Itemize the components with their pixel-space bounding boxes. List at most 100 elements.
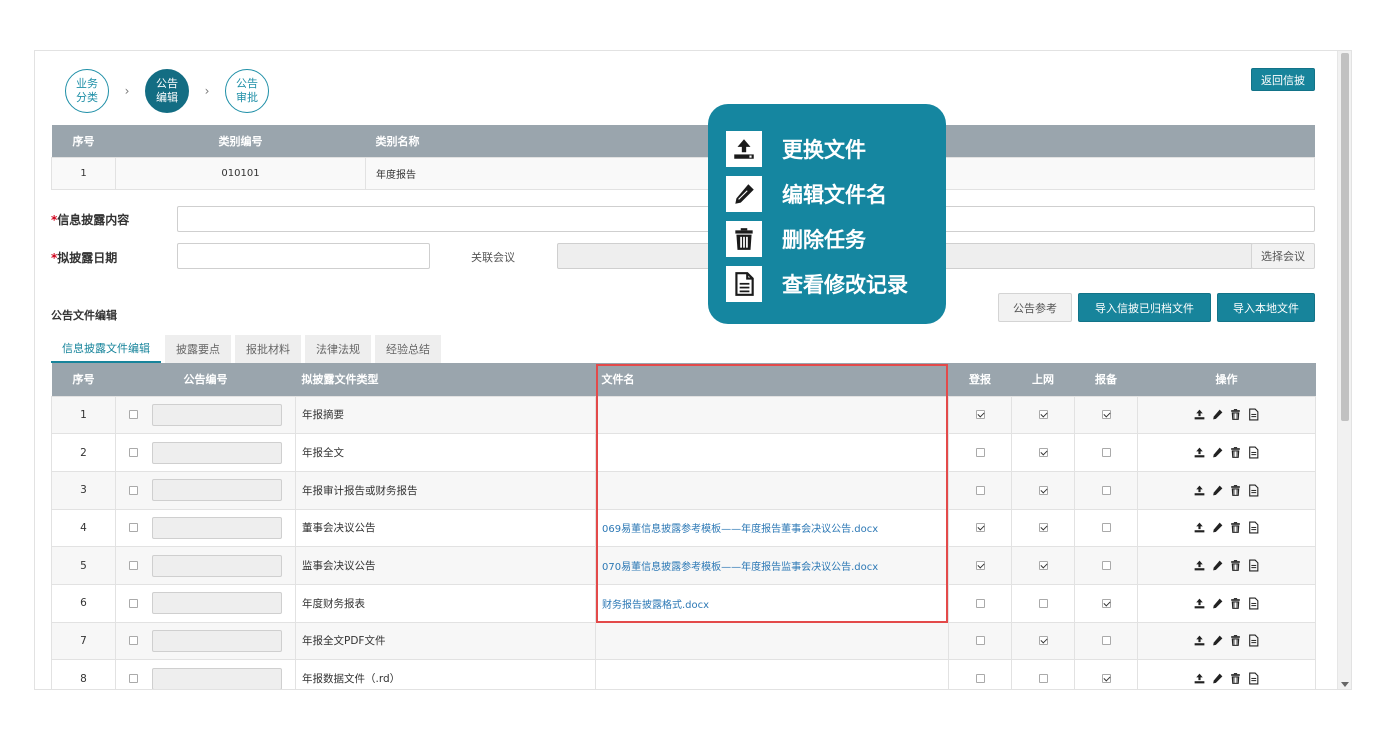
announcement-code-input[interactable] bbox=[151, 629, 282, 652]
file-name-link[interactable]: 069易董信息披露参考模板——年度报告董事会决议公告.docx bbox=[596, 524, 878, 535]
row-select-checkbox[interactable] bbox=[129, 523, 139, 533]
scroll-down-arrow[interactable] bbox=[1341, 682, 1349, 687]
reference-button[interactable]: 公告参考 bbox=[998, 293, 1072, 322]
pencil-icon[interactable] bbox=[1211, 559, 1224, 572]
document-icon[interactable] bbox=[1247, 484, 1260, 497]
paper-checkbox[interactable] bbox=[975, 636, 985, 646]
trash-icon[interactable] bbox=[1229, 559, 1242, 572]
tab-disclosure-points[interactable]: 披露要点 bbox=[165, 335, 231, 363]
row-select-checkbox[interactable] bbox=[129, 561, 139, 571]
announcement-code-input[interactable] bbox=[151, 441, 282, 464]
filing-checkbox[interactable] bbox=[1101, 448, 1111, 458]
vertical-scrollbar[interactable] bbox=[1337, 51, 1351, 689]
pencil-icon[interactable] bbox=[1211, 484, 1224, 497]
document-icon[interactable] bbox=[1247, 521, 1260, 534]
paper-checkbox[interactable] bbox=[975, 410, 985, 420]
tab-approval-materials[interactable]: 报批材料 bbox=[235, 335, 301, 363]
paper-checkbox[interactable] bbox=[975, 485, 985, 495]
paper-checkbox[interactable] bbox=[975, 561, 985, 571]
announcement-code-input[interactable] bbox=[151, 516, 282, 539]
web-checkbox[interactable] bbox=[1038, 410, 1048, 420]
file-name-link[interactable]: 070易董信息披露参考模板——年度报告监事会决议公告.docx bbox=[596, 562, 878, 573]
web-checkbox[interactable] bbox=[1038, 598, 1048, 608]
web-checkbox[interactable] bbox=[1038, 448, 1048, 458]
web-checkbox[interactable] bbox=[1038, 636, 1048, 646]
step-announcement-approval[interactable]: 公告 审批 bbox=[225, 69, 269, 113]
paper-checkbox[interactable] bbox=[975, 448, 985, 458]
web-checkbox[interactable] bbox=[1038, 561, 1048, 571]
file-name-link[interactable]: 财务报告披露格式.docx bbox=[596, 600, 709, 611]
pencil-icon[interactable] bbox=[1211, 634, 1224, 647]
document-icon[interactable] bbox=[1247, 634, 1260, 647]
row-select-checkbox[interactable] bbox=[129, 636, 139, 646]
file-name-link[interactable] bbox=[596, 636, 602, 647]
file-name-link[interactable] bbox=[596, 674, 602, 685]
trash-icon[interactable] bbox=[1229, 408, 1242, 421]
paper-checkbox[interactable] bbox=[975, 523, 985, 533]
pencil-icon[interactable] bbox=[1211, 597, 1224, 610]
filing-checkbox[interactable] bbox=[1101, 410, 1111, 420]
announcement-code-input[interactable] bbox=[151, 667, 282, 689]
filing-checkbox[interactable] bbox=[1101, 523, 1111, 533]
import-local-button[interactable]: 导入本地文件 bbox=[1217, 293, 1315, 322]
filing-checkbox[interactable] bbox=[1101, 598, 1111, 608]
pencil-icon[interactable] bbox=[1211, 446, 1224, 459]
tab-experience-summary[interactable]: 经验总结 bbox=[375, 335, 441, 363]
tab-laws-regulations[interactable]: 法律法规 bbox=[305, 335, 371, 363]
row-select-checkbox[interactable] bbox=[129, 598, 139, 608]
select-meeting-button[interactable]: 选择会议 bbox=[1251, 243, 1315, 269]
upload-icon[interactable] bbox=[1193, 521, 1206, 534]
upload-icon[interactable] bbox=[1193, 446, 1206, 459]
document-icon[interactable] bbox=[1247, 672, 1260, 685]
upload-icon[interactable] bbox=[1193, 559, 1206, 572]
trash-icon[interactable] bbox=[1229, 484, 1242, 497]
step-announcement-edit[interactable]: 公告 编辑 bbox=[145, 69, 189, 113]
file-name-link[interactable] bbox=[596, 410, 602, 421]
announcement-code-input[interactable] bbox=[151, 479, 282, 502]
scrollbar-thumb[interactable] bbox=[1341, 53, 1349, 421]
trash-icon[interactable] bbox=[1229, 446, 1242, 459]
document-icon[interactable] bbox=[1247, 408, 1260, 421]
document-icon[interactable] bbox=[1247, 597, 1260, 610]
return-button[interactable]: 返回信披 bbox=[1251, 68, 1315, 91]
filing-checkbox[interactable] bbox=[1101, 674, 1111, 684]
web-checkbox[interactable] bbox=[1038, 674, 1048, 684]
operations-legend-callout: 更换文件 编辑文件名 删除任务 查看修改记录 bbox=[708, 104, 946, 324]
file-name-link[interactable] bbox=[596, 448, 602, 459]
trash-icon[interactable] bbox=[1229, 597, 1242, 610]
announcement-code-input[interactable] bbox=[151, 403, 282, 426]
trash-icon[interactable] bbox=[1229, 521, 1242, 534]
filing-checkbox[interactable] bbox=[1101, 636, 1111, 646]
document-icon[interactable] bbox=[1247, 559, 1260, 572]
tab-disclosure-file-edit[interactable]: 信息披露文件编辑 bbox=[51, 335, 161, 363]
web-checkbox[interactable] bbox=[1038, 485, 1048, 495]
row-select-checkbox[interactable] bbox=[129, 410, 139, 420]
upload-icon[interactable] bbox=[1193, 672, 1206, 685]
announcement-code-input[interactable] bbox=[151, 592, 282, 615]
trash-icon[interactable] bbox=[1229, 672, 1242, 685]
paper-checkbox[interactable] bbox=[975, 598, 985, 608]
row-select-checkbox[interactable] bbox=[129, 448, 139, 458]
upload-icon[interactable] bbox=[1193, 634, 1206, 647]
pencil-icon[interactable] bbox=[1211, 672, 1224, 685]
upload-icon[interactable] bbox=[1193, 484, 1206, 497]
upload-icon[interactable] bbox=[1193, 597, 1206, 610]
filing-checkbox[interactable] bbox=[1101, 485, 1111, 495]
upload-icon[interactable] bbox=[1193, 408, 1206, 421]
pencil-icon[interactable] bbox=[1211, 408, 1224, 421]
row-select-checkbox[interactable] bbox=[129, 485, 139, 495]
announcement-code-input[interactable] bbox=[151, 554, 282, 577]
paper-checkbox[interactable] bbox=[975, 674, 985, 684]
import-archived-button[interactable]: 导入信披已归档文件 bbox=[1078, 293, 1211, 322]
file-name-link[interactable] bbox=[596, 485, 602, 496]
document-icon[interactable] bbox=[1247, 446, 1260, 459]
pencil-icon[interactable] bbox=[1211, 521, 1224, 534]
planned-date-input[interactable] bbox=[177, 243, 430, 269]
trash-icon[interactable] bbox=[1229, 634, 1242, 647]
step-business-category[interactable]: 业务 分类 bbox=[65, 69, 109, 113]
row-operations bbox=[1138, 597, 1315, 610]
column-header: 操作 bbox=[1137, 363, 1316, 396]
row-select-checkbox[interactable] bbox=[129, 674, 139, 684]
web-checkbox[interactable] bbox=[1038, 523, 1048, 533]
filing-checkbox[interactable] bbox=[1101, 561, 1111, 571]
